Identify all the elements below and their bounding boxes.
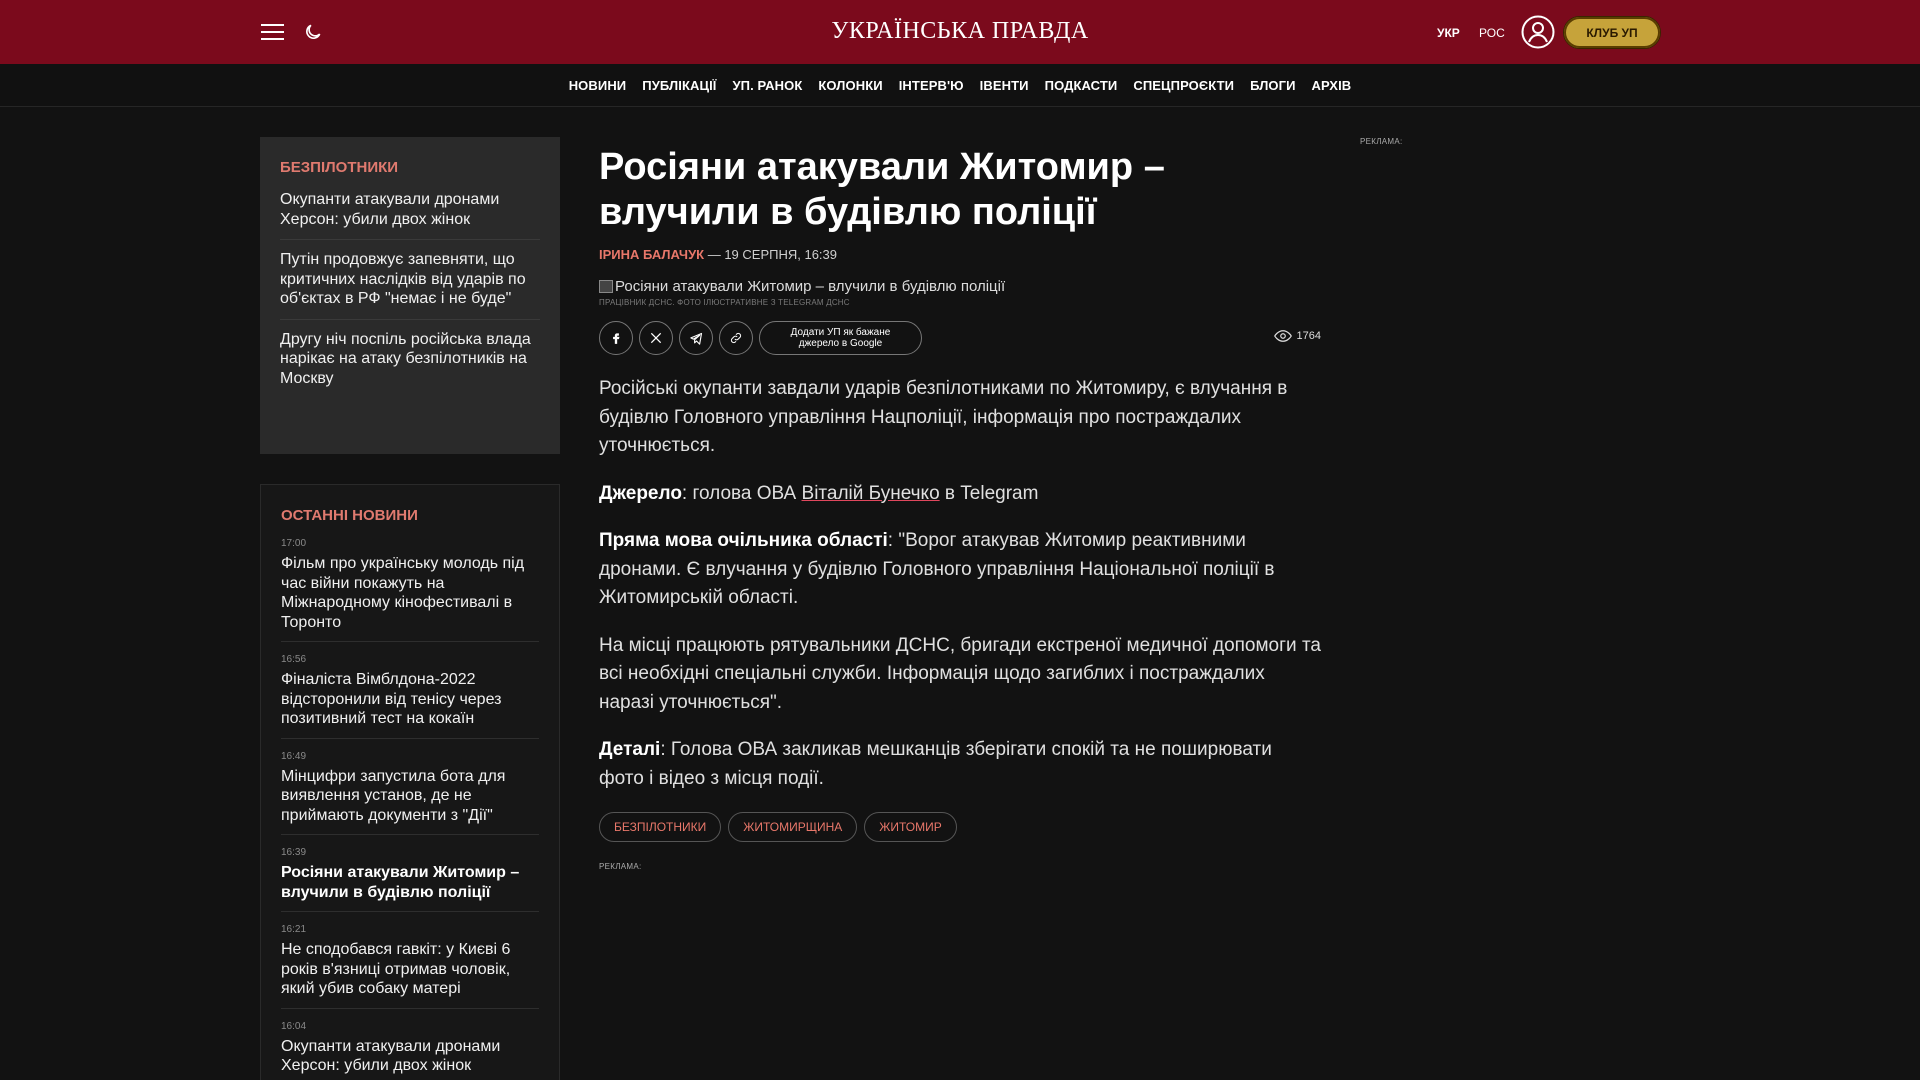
news-item[interactable]: 17:00 Фільм про українську молодь під ча… — [281, 538, 539, 642]
list-item[interactable]: Другу ніч поспіль російська влада наріка… — [280, 330, 540, 399]
news-item[interactable]: 16:04 Окупанти атакували дронами Херсон:… — [281, 1021, 539, 1080]
topic-box: БЕЗПІЛОТНИКИ Окупанти атакували дронами … — [260, 137, 560, 454]
broken-image-icon — [599, 280, 613, 293]
news-time: 16:39 — [281, 847, 307, 858]
google-preferred-source-button[interactable]: Додати УП як бажане джерело в Google — [759, 321, 922, 355]
nav-item-interviews[interactable]: ІНТЕРВ'Ю — [899, 78, 964, 93]
article: Росіяни атакували Житомир – влучили в бу… — [599, 145, 1321, 871]
byline: ІРИНА БАЛАЧУК — 19 СЕРПНЯ, 16:39 — [599, 247, 1321, 262]
news-headline: Фіналіста Вімблдона-2022 відсторонили ві… — [281, 671, 502, 727]
news-time: 17:00 — [281, 538, 307, 549]
nav-item-blogs[interactable]: БЛОГИ — [1250, 78, 1295, 93]
list-item[interactable]: Окупанти атакували дронами Херсон: убили… — [280, 190, 540, 240]
tag-zhytomyr-region[interactable]: ЖИТОМИРЩИНА — [728, 812, 858, 842]
lang-ukr-link[interactable]: УКР — [1437, 26, 1460, 40]
right-ad-label: РЕКЛАМА: — [1360, 137, 1403, 146]
facebook-icon — [613, 333, 620, 344]
ad-label: РЕКЛАМА: — [599, 862, 642, 871]
views-counter: 1764 — [1273, 330, 1321, 342]
link-icon — [730, 332, 742, 344]
news-time: 16:49 — [281, 750, 307, 762]
paragraph-4: На місці працюють рятувальники ДСНС, бри… — [599, 634, 1321, 713]
telegram-share-button[interactable] — [679, 321, 713, 355]
news-headline: Мінцифри запустила бота для виявлення ус… — [281, 767, 506, 824]
telegram-icon — [689, 332, 702, 345]
lang-ros-link[interactable]: РОС — [1479, 26, 1505, 40]
nav-item-podcasts[interactable]: ПОДКАСТИ — [1045, 78, 1118, 93]
nav-item-morning[interactable]: УП. РАНОК — [732, 78, 802, 93]
news-headline: Не сподобався гавкіт: у Києві 6 років в'… — [281, 941, 511, 997]
source-pre: : голова ОВА — [681, 482, 802, 504]
club-up-button[interactable]: КЛУБ УП — [1563, 16, 1661, 49]
news-item-current[interactable]: 16:39 Росіяни атакували Житомир – влучил… — [281, 847, 539, 912]
views-count: 1764 — [1296, 330, 1321, 342]
image-caption: ПРАЦІВНИК ДСНС. ФОТО ІЛЮСТРАТИВНЕ З TELE… — [599, 298, 850, 307]
article-title: Росіяни атакували Житомир – влучили в бу… — [599, 146, 1165, 233]
menu-icon[interactable] — [261, 24, 284, 40]
eye-icon — [1273, 330, 1292, 342]
nav-item-archive[interactable]: АРХІВ — [1312, 78, 1352, 93]
news-item[interactable]: 16:56 Фіналіста Вімблдона-2022 відсторон… — [281, 654, 539, 739]
tag-drones[interactable]: БЕЗПІЛОТНИКИ — [599, 812, 722, 842]
news-time: 16:21 — [281, 924, 307, 935]
list-item[interactable]: Путін продовжує запевняти, що критичних … — [280, 250, 540, 320]
nav-item-events[interactable]: ІВЕНТИ — [980, 78, 1029, 93]
publish-date: — 19 СЕРПНЯ, 16:39 — [707, 247, 838, 262]
news-headline: Окупанти атакували дронами Херсон: убили… — [281, 1037, 501, 1075]
news-time: 16:04 — [281, 1020, 307, 1032]
details-text: : Голова ОВА закликав мешканців зберігат… — [599, 739, 1272, 789]
paragraph-quote: Пряма мова очільника області: "Ворог ата… — [599, 527, 1321, 613]
nav-item-publications[interactable]: ПУБЛІКАЦІЇ — [642, 78, 716, 93]
details-label: Деталі — [599, 739, 661, 760]
author-link[interactable]: ІРИНА БАЛАЧУК — [599, 247, 704, 262]
tag-zhytomyr[interactable]: ЖИТОМИР — [864, 812, 957, 842]
article-body: Російські окупанти завдали ударів безпіл… — [599, 375, 1321, 793]
x-icon — [650, 332, 662, 344]
nav-item-columns[interactable]: КОЛОНКИ — [818, 78, 882, 93]
source-label: Джерело — [599, 482, 682, 504]
nav-item-specprojects[interactable]: СПЕЦПРОЄКТИ — [1133, 78, 1234, 93]
news-headline: Росіяни атакували Житомир – влучили в бу… — [281, 864, 520, 901]
news-item[interactable]: 16:49 Мінцифри запустила бота для виявле… — [281, 750, 539, 835]
facebook-share-button[interactable] — [599, 321, 633, 355]
paragraph-source: Джерело: голова ОВА Віталій Бунечко в Te… — [599, 480, 1321, 509]
news-time: 16:56 — [281, 654, 307, 665]
share-row: Додати УП як бажане джерело в Google 176… — [599, 321, 1321, 355]
source-post: в Telegram — [939, 482, 1039, 504]
quote-label: Пряма мова очільника області — [599, 530, 888, 551]
article-image: Росіяни атакували Житомир – влучили в бу… — [599, 278, 1321, 295]
latest-news-title[interactable]: ОСТАННІ НОВИНИ — [281, 507, 539, 524]
topic-title[interactable]: БЕЗПІЛОТНИКИ — [280, 159, 540, 176]
site-logo[interactable]: УКРАЇНСЬКА ПРАВДА — [831, 18, 1088, 44]
main-nav: НОВИНИ ПУБЛІКАЦІЇ УП. РАНОК КОЛОНКИ ІНТЕ… — [0, 64, 1920, 107]
paragraph-details: Деталі: Голова ОВА закликав мешканців зб… — [599, 736, 1321, 793]
source-person-link[interactable]: Віталій Бунечко — [802, 483, 940, 504]
nav-item-news[interactable]: НОВИНИ — [569, 78, 627, 93]
news-item[interactable]: 16:21 Не сподобався гавкіт: у Києві 6 ро… — [281, 924, 539, 1009]
paragraph-1: Російські окупанти завдали ударів безпіл… — [599, 378, 1288, 456]
moon-icon[interactable] — [303, 22, 323, 42]
top-bar: УКРАЇНСЬКА ПРАВДА УКР РОС КЛУБ УП — [0, 0, 1920, 64]
latest-news-box: ОСТАННІ НОВИНИ 17:00 Фільм про українськ… — [260, 484, 560, 1080]
user-icon[interactable] — [1521, 15, 1555, 49]
copy-link-button[interactable] — [719, 321, 753, 355]
news-headline: Фільм про українську молодь під час війн… — [281, 555, 525, 631]
tag-list: БЕЗПІЛОТНИКИ ЖИТОМИРЩИНА ЖИТОМИР — [599, 812, 1321, 842]
x-share-button[interactable] — [639, 321, 673, 355]
image-alt-text: Росіяни атакували Житомир – влучили в бу… — [615, 278, 1006, 295]
